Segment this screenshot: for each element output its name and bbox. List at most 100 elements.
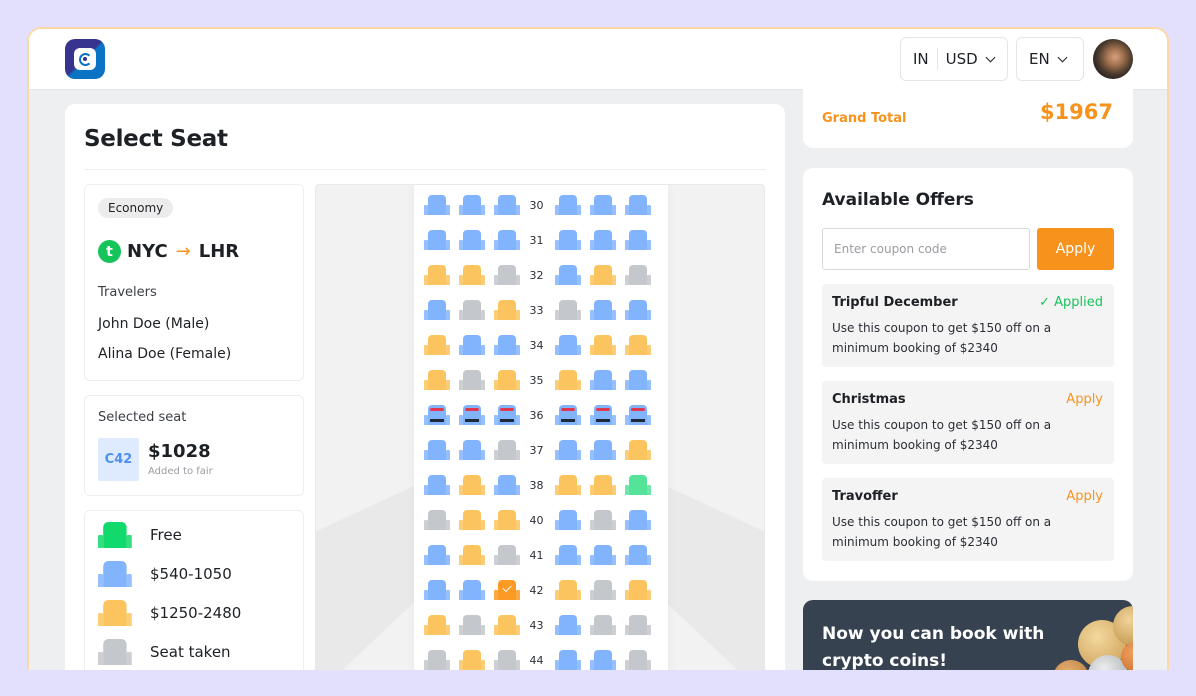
offer-name: Travoffer xyxy=(832,489,898,504)
seat-C36[interactable] xyxy=(494,405,520,425)
seat-D36[interactable] xyxy=(555,405,581,425)
seat-D32[interactable] xyxy=(555,265,581,285)
origin-code: NYC xyxy=(127,241,168,262)
seat-A35[interactable] xyxy=(424,370,450,390)
seat-C31[interactable] xyxy=(494,230,520,250)
seat-A34[interactable] xyxy=(424,335,450,355)
language-code: EN xyxy=(1029,50,1050,68)
row-number: 41 xyxy=(529,548,544,562)
seat-D30[interactable] xyxy=(555,195,581,215)
row-number: 30 xyxy=(529,198,544,212)
seat-E31[interactable] xyxy=(590,230,616,250)
offers-card: Available Offers Apply Tripful December … xyxy=(803,168,1133,581)
crypto-promo-banner[interactable]: Now you can book with crypto coins! xyxy=(803,600,1133,670)
destination-code: LHR xyxy=(198,241,240,262)
seat-B44[interactable] xyxy=(459,650,485,670)
seat-A38[interactable] xyxy=(424,475,450,495)
seat-E30[interactable] xyxy=(590,195,616,215)
seat-F31[interactable] xyxy=(625,230,651,250)
seat-E37[interactable] xyxy=(590,440,616,460)
seat-E33[interactable] xyxy=(590,300,616,320)
legend-label: $540-1050 xyxy=(150,565,232,583)
seat-C30[interactable] xyxy=(494,195,520,215)
seat-D35[interactable] xyxy=(555,370,581,390)
seat-B35 xyxy=(459,370,485,390)
seat-B41[interactable] xyxy=(459,545,485,565)
seat-A41[interactable] xyxy=(424,545,450,565)
seat-B32[interactable] xyxy=(459,265,485,285)
seat-A37[interactable] xyxy=(424,440,450,460)
seat-A42[interactable] xyxy=(424,580,450,600)
seat-E34[interactable] xyxy=(590,335,616,355)
seat-F34[interactable] xyxy=(625,335,651,355)
seat-B33 xyxy=(459,300,485,320)
seat-C33[interactable] xyxy=(494,300,520,320)
seat-B36[interactable] xyxy=(459,405,485,425)
seat-D34[interactable] xyxy=(555,335,581,355)
seat-A30[interactable] xyxy=(424,195,450,215)
seat-E44[interactable] xyxy=(590,650,616,670)
user-avatar[interactable] xyxy=(1093,39,1133,79)
coupon-code-input[interactable] xyxy=(822,228,1030,270)
seat-C34[interactable] xyxy=(494,335,520,355)
seat-A43[interactable] xyxy=(424,615,450,635)
seat-F40[interactable] xyxy=(625,510,651,530)
seat-C43[interactable] xyxy=(494,615,520,635)
seat-B34[interactable] xyxy=(459,335,485,355)
seat-F41[interactable] xyxy=(625,545,651,565)
seat-B37[interactable] xyxy=(459,440,485,460)
seat-D44[interactable] xyxy=(555,650,581,670)
offer-apply-link[interactable]: Apply xyxy=(1066,392,1103,407)
seat-C38[interactable] xyxy=(494,475,520,495)
region-currency-selector[interactable]: IN USD xyxy=(900,37,1008,81)
seat-E41[interactable] xyxy=(590,545,616,565)
traveler-item: Alina Doe (Female) xyxy=(98,346,232,362)
seat-D42[interactable] xyxy=(555,580,581,600)
offer-action-label: Applied xyxy=(1054,295,1103,310)
seat-E38[interactable] xyxy=(590,475,616,495)
offer-description: Use this coupon to get $150 off on a min… xyxy=(832,321,1052,355)
app-logo-icon[interactable] xyxy=(65,39,105,79)
seat-F33[interactable] xyxy=(625,300,651,320)
seat-A36[interactable] xyxy=(424,405,450,425)
seat-row: 33 xyxy=(424,298,660,322)
language-selector[interactable]: EN xyxy=(1016,37,1084,81)
seat-E36[interactable] xyxy=(590,405,616,425)
seat-E32[interactable] xyxy=(590,265,616,285)
seat-C35[interactable] xyxy=(494,370,520,390)
seat-D31[interactable] xyxy=(555,230,581,250)
seat-D43[interactable] xyxy=(555,615,581,635)
seat-B38[interactable] xyxy=(459,475,485,495)
seat-A32[interactable] xyxy=(424,265,450,285)
seat-B31[interactable] xyxy=(459,230,485,250)
seat-F30[interactable] xyxy=(625,195,651,215)
seat-A33[interactable] xyxy=(424,300,450,320)
offer-apply-link[interactable]: Apply xyxy=(1066,489,1103,504)
seat-F35[interactable] xyxy=(625,370,651,390)
seat-F36[interactable] xyxy=(625,405,651,425)
seat-F42[interactable] xyxy=(625,580,651,600)
grand-total-label: Grand Total xyxy=(822,111,907,126)
seat-C42[interactable] xyxy=(494,580,520,600)
seat-A31[interactable] xyxy=(424,230,450,250)
seat-F37[interactable] xyxy=(625,440,651,460)
seat-E35[interactable] xyxy=(590,370,616,390)
seat-D41[interactable] xyxy=(555,545,581,565)
seat-B42[interactable] xyxy=(459,580,485,600)
right-wing-graphic xyxy=(664,485,764,670)
offer-item: Christmas Apply Use this coupon to get $… xyxy=(822,381,1114,464)
seat-F43 xyxy=(625,615,651,635)
seat-F38[interactable] xyxy=(625,475,651,495)
row-number: 42 xyxy=(529,583,544,597)
seat-D40[interactable] xyxy=(555,510,581,530)
seat-D38[interactable] xyxy=(555,475,581,495)
seat-D37[interactable] xyxy=(555,440,581,460)
seat-B43 xyxy=(459,615,485,635)
row-number: 38 xyxy=(529,478,544,492)
seat-B40[interactable] xyxy=(459,510,485,530)
page-title: Select Seat xyxy=(84,126,228,152)
selected-seat-card: Selected seat C42 $1028 Added to fair xyxy=(84,395,304,496)
seat-B30[interactable] xyxy=(459,195,485,215)
apply-coupon-button[interactable]: Apply xyxy=(1037,228,1114,270)
seat-C40[interactable] xyxy=(494,510,520,530)
